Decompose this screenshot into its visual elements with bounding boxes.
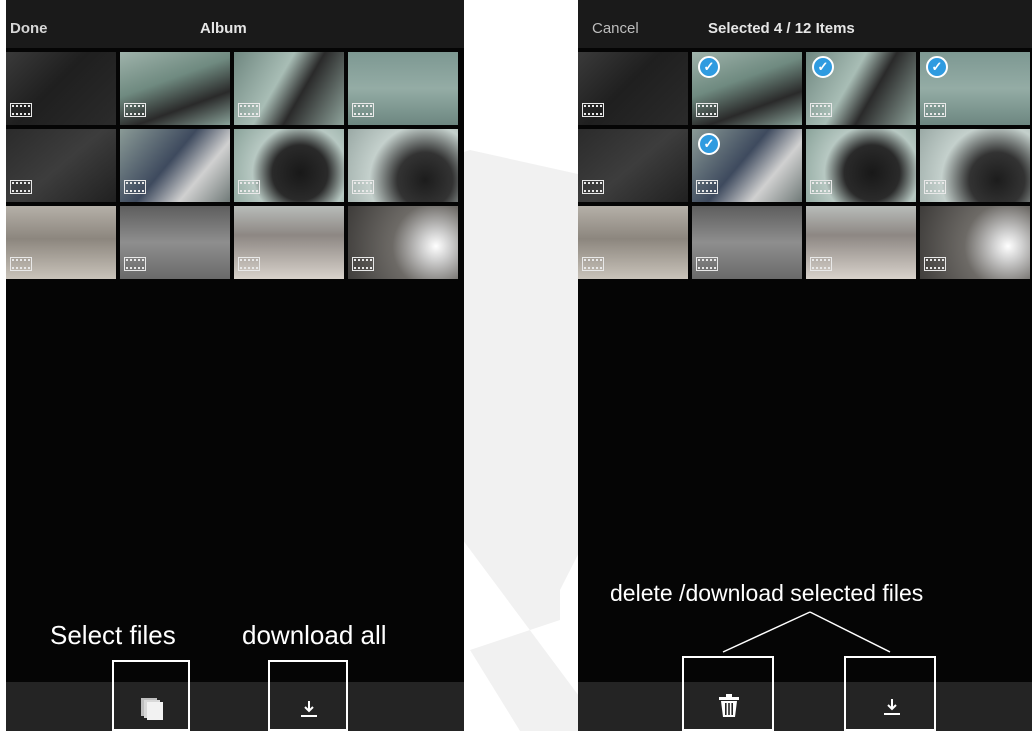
select-files-annotation: Select files [50, 620, 176, 650]
selection-screen: Cancel Selected 4 / 12 Items ✓ ✓ ✓ ✓ delete… [578, 0, 1032, 731]
download-selected-button[interactable] [844, 656, 936, 731]
video-thumbnail[interactable] [920, 206, 1030, 279]
page-title: Selected 4 / 12 Items [708, 20, 855, 37]
selected-check-icon: ✓ [698, 133, 720, 155]
delete-button[interactable] [682, 656, 774, 731]
video-thumbnail[interactable] [234, 206, 344, 279]
video-film-icon [696, 257, 718, 271]
album-screen: Done Album Select files download all [6, 0, 464, 731]
nav-bar: Done Album [6, 0, 464, 48]
video-thumbnail[interactable] [692, 206, 802, 279]
video-film-icon [696, 180, 718, 194]
video-film-icon [352, 103, 374, 117]
video-thumbnail[interactable] [234, 129, 344, 202]
bottom-toolbar [6, 682, 464, 731]
download-icon [884, 699, 900, 715]
download-icon [301, 701, 317, 717]
download-all-annotation: download all [242, 620, 387, 650]
video-thumbnail[interactable]: ✓ [920, 52, 1030, 125]
video-thumbnail[interactable]: ✓ [692, 129, 802, 202]
page-title: Album [200, 20, 247, 37]
video-thumbnail[interactable] [578, 206, 688, 279]
video-film-icon [810, 180, 832, 194]
video-film-icon [810, 257, 832, 271]
video-thumbnail[interactable] [920, 129, 1030, 202]
video-film-icon [582, 257, 604, 271]
done-button[interactable]: Done [10, 20, 48, 37]
nav-bar: Cancel Selected 4 / 12 Items [578, 0, 1032, 48]
video-film-icon [10, 257, 32, 271]
video-film-icon [924, 103, 946, 117]
video-film-icon [582, 180, 604, 194]
video-thumbnail[interactable] [806, 206, 916, 279]
video-film-icon [124, 180, 146, 194]
video-film-icon [238, 257, 260, 271]
video-film-icon [810, 103, 832, 117]
video-thumbnail[interactable] [348, 129, 458, 202]
video-thumbnail[interactable] [578, 129, 688, 202]
trash-icon [719, 694, 739, 717]
video-thumbnail[interactable]: ✓ [692, 52, 802, 125]
video-thumbnail[interactable] [234, 52, 344, 125]
selected-check-icon: ✓ [698, 56, 720, 78]
video-thumbnail[interactable] [348, 52, 458, 125]
video-film-icon [124, 103, 146, 117]
video-film-icon [582, 103, 604, 117]
video-film-icon [10, 103, 32, 117]
stack-icon [141, 698, 163, 720]
annotation-lines [722, 611, 891, 653]
selected-check-icon: ✓ [926, 56, 948, 78]
video-thumbnail[interactable]: ✓ [806, 52, 916, 125]
selected-check-icon: ✓ [812, 56, 834, 78]
download-all-button[interactable] [268, 660, 348, 731]
delete-download-annotation: delete /download selected files [610, 580, 924, 606]
select-files-button[interactable] [112, 660, 190, 731]
video-thumbnail[interactable] [6, 52, 116, 125]
video-thumbnail[interactable] [120, 129, 230, 202]
video-film-icon [924, 180, 946, 194]
video-film-icon [352, 257, 374, 271]
video-film-icon [924, 257, 946, 271]
video-thumbnail[interactable] [120, 206, 230, 279]
video-film-icon [238, 103, 260, 117]
video-thumbnail[interactable] [578, 52, 688, 125]
video-thumbnail[interactable] [348, 206, 458, 279]
video-film-icon [696, 103, 718, 117]
video-film-icon [238, 180, 260, 194]
video-thumbnail[interactable] [120, 52, 230, 125]
video-film-icon [10, 180, 32, 194]
video-thumbnail[interactable] [6, 129, 116, 202]
video-thumbnail[interactable] [806, 129, 916, 202]
cancel-button[interactable]: Cancel [592, 20, 639, 37]
video-film-icon [124, 257, 146, 271]
video-film-icon [352, 180, 374, 194]
bottom-toolbar [578, 682, 1032, 731]
video-thumbnail[interactable] [6, 206, 116, 279]
